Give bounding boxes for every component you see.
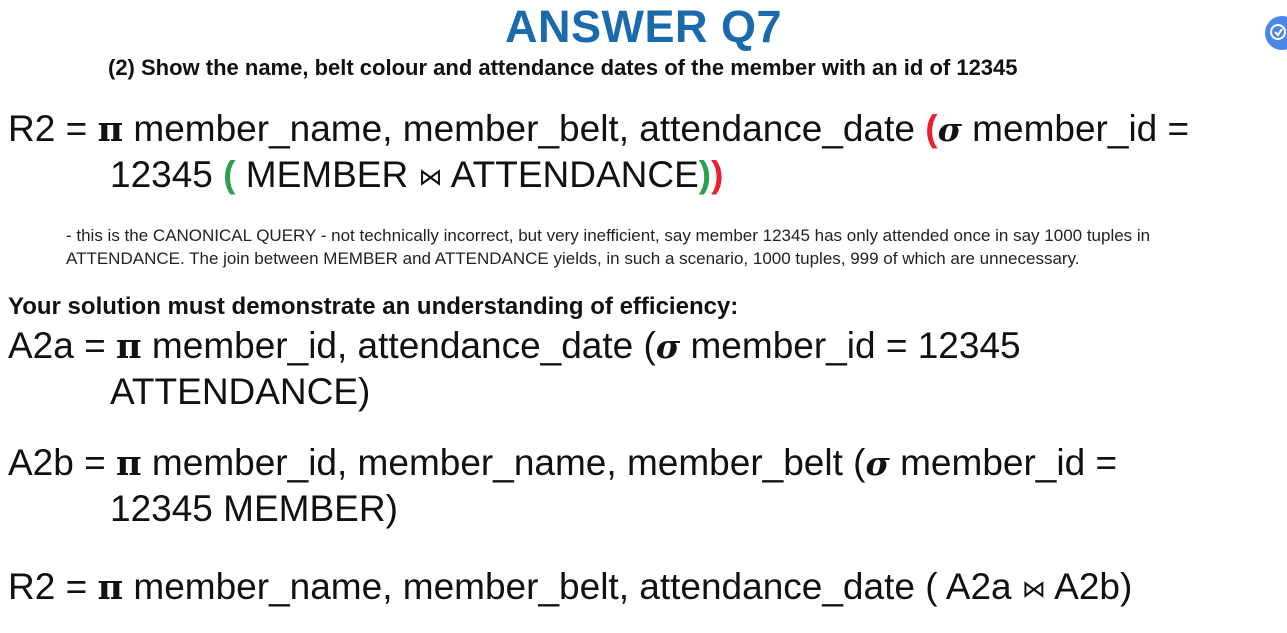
outer-open-paren: ( xyxy=(925,108,938,149)
a2b-query-line-1: A2b = π member_id, member_name, member_b… xyxy=(8,440,1117,487)
a2b-attributes: member_id, member_name, member_belt ( xyxy=(141,442,866,483)
a2a-prefix: A2a = xyxy=(8,325,117,366)
outer-close-paren: ) xyxy=(711,154,724,195)
a2b-prefix: A2b = xyxy=(8,442,117,483)
a2a-query-line-1: A2a = π member_id, attendance_date (σ me… xyxy=(8,323,1021,370)
note-line-2: ATTENDANCE. The join between MEMBER and … xyxy=(66,249,1080,268)
inner-close-paren: ) xyxy=(698,154,712,195)
a2a-query-line-2: ATTENDANCE) xyxy=(110,371,371,412)
final-projection-symbol: π xyxy=(97,567,124,608)
note-line-1: - this is the CANONICAL QUERY - not tech… xyxy=(66,226,1151,245)
a2a-condition: member_id = 12345 xyxy=(680,325,1021,366)
efficiency-lead-text: Your solution must demonstrate an unders… xyxy=(8,293,739,320)
canonical-query-line-1: R2 = π member_name, member_belt, attenda… xyxy=(8,106,1189,153)
natural-join-symbol: ⋈ xyxy=(418,163,443,191)
inner-open-paren: ( xyxy=(223,154,236,195)
a2a-selection-symbol: σ xyxy=(655,327,681,366)
a2b-condition: member_id = xyxy=(889,442,1118,483)
a2b-selection-symbol: σ xyxy=(865,444,890,483)
final-query-line: R2 = π member_name, member_belt, attenda… xyxy=(8,564,1132,614)
final-attributes: member_name, member_belt, attendance_dat… xyxy=(123,566,1022,607)
final-prefix: R2 = xyxy=(8,566,98,607)
a2a-projection-symbol: π xyxy=(116,326,142,367)
join-right-relation: ATTENDANCE xyxy=(442,154,699,195)
a2b-query-line-2: 12345 MEMBER) xyxy=(110,488,398,529)
a2b-projection-symbol: π xyxy=(116,443,142,484)
question-subtitle: (2) Show the name, belt colour and atten… xyxy=(108,55,1018,80)
projection-symbol: π xyxy=(97,109,124,150)
selection-value: 12345 xyxy=(110,154,224,195)
selection-condition: member_id = xyxy=(961,108,1190,149)
final-suffix: A2b) xyxy=(1045,566,1133,607)
projection-attributes: member_name, member_belt, attendance_dat… xyxy=(123,108,926,149)
a2a-attributes: member_id, attendance_date ( xyxy=(141,325,656,366)
canonical-query-note: - this is the CANONICAL QUERY - not tech… xyxy=(66,224,1281,270)
final-join-symbol: ⋈ xyxy=(1021,575,1046,603)
query-prefix: R2 = xyxy=(8,108,98,149)
join-left-relation: MEMBER xyxy=(235,154,419,195)
badge-glyph-icon xyxy=(1270,24,1286,40)
canonical-query-line-2: 12345 ( MEMBER ⋈ ATTENDANCE)) xyxy=(110,152,723,202)
page-title: ANSWER Q7 xyxy=(504,1,783,52)
selection-symbol: σ xyxy=(937,110,962,149)
